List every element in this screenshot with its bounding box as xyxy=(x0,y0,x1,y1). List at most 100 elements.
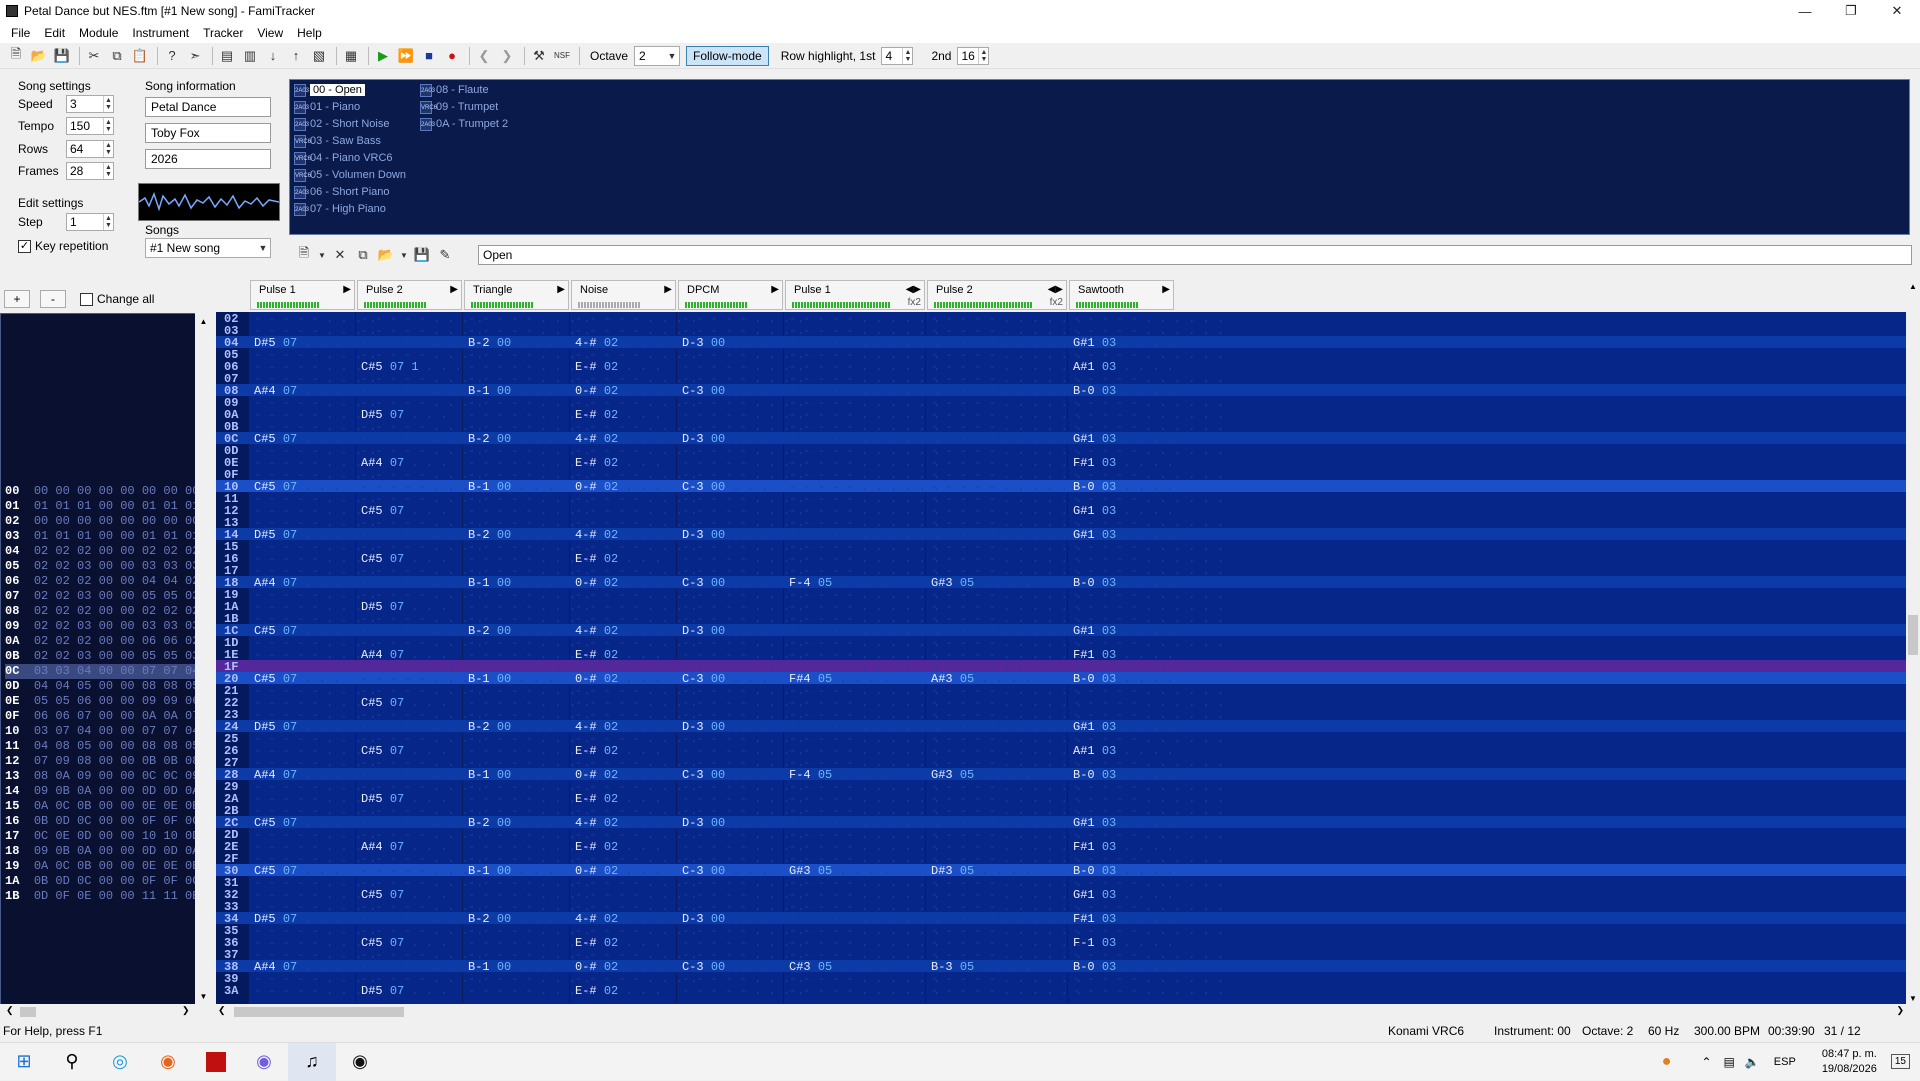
pattern-editor[interactable]: 02- - - - - . . . .- - - - - . . . .- - … xyxy=(216,312,1906,1005)
frames-input[interactable] xyxy=(67,163,103,179)
pattern-vertical-scrollbar[interactable]: ▲ ▼ xyxy=(1906,280,1920,1005)
row-highlight-1st-input[interactable] xyxy=(882,47,903,64)
pattern-row[interactable]: 0C C#5 07 . . .- - - - - . . . . B-2 00 . … xyxy=(216,432,1906,446)
frame-row[interactable]: 00 00 00 00 00 00 00 00 00 xyxy=(5,484,199,499)
clone-instrument-icon[interactable]: ⧉ xyxy=(353,245,373,265)
scroll-left-icon[interactable]: ❮ xyxy=(6,1005,14,1016)
frame-row[interactable]: 19 0A 0C 0B 00 00 0E 0E 0B xyxy=(5,859,199,874)
channel-arrow-icon[interactable]: ▶ xyxy=(1162,284,1170,295)
frame-row[interactable]: 02 00 00 00 00 00 00 00 00 xyxy=(5,514,199,529)
pattern-row[interactable]: 04 D#5 07 . . .- - - - - . . . . B-2 00 . … xyxy=(216,336,1906,350)
menu-help[interactable]: Help xyxy=(290,26,329,40)
instrument-item[interactable]: 2A03 01 - Piano xyxy=(294,99,360,115)
pattern-row[interactable]: 22- - - - - . . . . C#5 07 . . .- - - - -… xyxy=(216,696,1906,710)
channel-header-4[interactable]: Noise ▶ xyxy=(571,280,676,310)
network-icon[interactable]: ▤ xyxy=(1724,1055,1735,1069)
tempo-spinner[interactable]: ▲▼ xyxy=(66,117,114,135)
new-file-icon[interactable]: 🗎 xyxy=(6,46,26,66)
pattern-cell[interactable]: - - - - - . . . . xyxy=(682,984,804,998)
load-instrument-icon[interactable]: 📂 xyxy=(376,245,396,265)
menu-tracker[interactable]: Tracker xyxy=(196,26,250,40)
pattern-row[interactable]: 2E - - - - - . . . . A#4 07 . . .- - - - -… xyxy=(216,840,1906,854)
cut-icon[interactable]: ✂ xyxy=(84,46,104,66)
pattern-cell[interactable]: - - - - - . . . . xyxy=(468,984,590,998)
minimize-button[interactable]: — xyxy=(1782,0,1828,22)
rows-spinner[interactable]: ▲▼ xyxy=(66,140,114,158)
scroll-thumb[interactable] xyxy=(20,1007,36,1017)
search-icon[interactable]: ⚲ xyxy=(48,1043,96,1081)
pattern-row[interactable]: 36- - - - - . . . . C#5 07 . . .- - - - -… xyxy=(216,936,1906,950)
famitracker-icon[interactable]: ♫ xyxy=(288,1042,336,1081)
pattern-row[interactable]: 34 D#5 07 . . .- - - - - . . . . B-2 00 . … xyxy=(216,912,1906,926)
menu-edit[interactable]: Edit xyxy=(37,26,72,40)
pattern-row[interactable]: 1A - - - - - . . . . D#5 07 . . .- - - - -… xyxy=(216,600,1906,614)
discord-icon[interactable]: ◉ xyxy=(240,1043,288,1081)
frame-row[interactable]: 01 01 01 01 00 00 01 01 01 xyxy=(5,499,199,514)
clock[interactable]: 08:47 p. m. 19/08/2026 xyxy=(1822,1047,1877,1077)
pattern-row[interactable]: 27- - - - - . . . .- - - - - . . . .- - … xyxy=(216,756,1906,770)
instrument-item[interactable]: VRC6 03 - Saw Bass xyxy=(294,133,381,149)
pattern-row[interactable]: 09- - - - - . . . .- - - - - . . . .- - … xyxy=(216,396,1906,410)
frame-row[interactable]: 05 02 02 03 00 00 03 03 03 xyxy=(5,559,199,574)
instrument-item[interactable]: 2A03 00 - Open xyxy=(294,82,365,98)
notification-app-icon[interactable]: ● xyxy=(1662,1053,1672,1071)
chevron-down-icon[interactable]: ▼ xyxy=(317,245,327,265)
edge-browser-icon[interactable]: ◎ xyxy=(96,1043,144,1081)
song-name-input[interactable] xyxy=(145,97,271,117)
pattern-row[interactable]: 28 A#4 07 . . .- - - - - . . . . B-1 00 . … xyxy=(216,768,1906,782)
pattern-row[interactable]: 1F - - - - - . . . .- - - - - . . . .- - … xyxy=(216,660,1906,674)
pattern-row[interactable]: 26- - - - - . . . . C#5 07 . . .- - - - -… xyxy=(216,744,1906,758)
tray-chevron-icon[interactable]: ⌃ xyxy=(1701,1055,1711,1069)
pattern-row[interactable]: 03- - - - - . . . .- - - - - . . . .- - … xyxy=(216,324,1906,338)
frame-horizontal-scrollbar[interactable]: ❮ ❯ xyxy=(0,1004,213,1020)
remove-instrument-icon[interactable]: ✕ xyxy=(330,245,350,265)
pattern-row[interactable]: 35- - - - - . . . .- - - - - . . . .- - … xyxy=(216,924,1906,938)
play-icon[interactable]: ▶ xyxy=(373,46,393,66)
insert-frame-icon[interactable]: ▤ xyxy=(217,46,237,66)
pattern-row[interactable]: 1B - - - - - . . . .- - - - - . . . .- - … xyxy=(216,612,1906,626)
scroll-thumb[interactable] xyxy=(234,1007,404,1017)
pattern-row[interactable]: 29- - - - - . . . .- - - - - . . . .- - … xyxy=(216,780,1906,794)
menu-instrument[interactable]: Instrument xyxy=(125,26,196,40)
pattern-row[interactable]: 31- - - - - . . . .- - - - - . . . .- - … xyxy=(216,876,1906,890)
row-highlight-2nd-input[interactable] xyxy=(958,47,979,64)
pattern-row[interactable]: 2A - - - - - . . . . D#5 07 . . .- - - - -… xyxy=(216,792,1906,806)
channel-arrow-icon[interactable]: ◀▶ xyxy=(906,284,921,295)
change-all-checkbox[interactable] xyxy=(80,292,93,306)
channel-header-5[interactable]: DPCM ▶ xyxy=(678,280,783,310)
pattern-row[interactable]: 32- - - - - . . . . C#5 07 . . .- - - - -… xyxy=(216,888,1906,902)
pattern-row[interactable]: 21- - - - - . . . .- - - - - . . . .- - … xyxy=(216,684,1906,698)
step-input[interactable] xyxy=(67,214,103,230)
volume-icon[interactable]: 🔈 xyxy=(1745,1055,1760,1069)
spin-arrows-icon[interactable]: ▲ ▼ xyxy=(103,141,113,157)
follow-mode-button[interactable]: Follow-mode xyxy=(686,45,769,66)
pattern-row[interactable]: 20 C#5 07 . . .- - - - - . . . . B-1 00 . … xyxy=(216,672,1906,686)
pattern-row[interactable]: 19- - - - - . . . .- - - - - . . . .- - … xyxy=(216,588,1906,602)
move-frame-up-icon[interactable]: ↑ xyxy=(286,46,306,66)
pattern-row[interactable]: 0B - - - - - . . . .- - - - - . . . .- - … xyxy=(216,420,1906,434)
pattern-cell[interactable]: - - - - - . . . . . . xyxy=(1073,984,1224,998)
maximize-button[interactable]: ❐ xyxy=(1828,0,1874,22)
frame-row[interactable]: 0F 06 06 07 00 00 0A 0A 07 xyxy=(5,709,199,724)
rows-input[interactable] xyxy=(67,141,103,157)
pattern-row[interactable]: 17- - - - - . . . .- - - - - . . . .- - … xyxy=(216,564,1906,578)
pattern-row[interactable]: 10 C#5 07 . . .- - - - - . . . . B-1 00 . … xyxy=(216,480,1906,494)
channel-arrow-icon[interactable]: ▶ xyxy=(343,284,351,295)
channel-header-6[interactable]: Pulse 1 ◀▶ fx2 xyxy=(785,280,925,310)
pattern-row[interactable]: 23- - - - - . . . .- - - - - . . . .- - … xyxy=(216,708,1906,722)
frame-row[interactable]: 18 09 0B 0A 00 00 0D 0D 0A xyxy=(5,844,199,859)
key-repetition-checkbox[interactable]: ✓ xyxy=(18,239,31,253)
octave-select[interactable]: 2 ▼ xyxy=(634,45,681,66)
song-artist-input[interactable] xyxy=(145,123,271,143)
pattern-cell[interactable]: - - - - - . . . . xyxy=(254,984,376,998)
pattern-row[interactable]: 07- - - - - . . . .- - - - - . . . .- - … xyxy=(216,372,1906,386)
instrument-item[interactable]: VRC6 05 - Volumen Down xyxy=(294,167,406,183)
frame-row[interactable]: 16 0B 0D 0C 00 00 0F 0F 0C xyxy=(5,814,199,829)
frame-row[interactable]: 13 08 0A 09 00 00 0C 0C 09 xyxy=(5,769,199,784)
frames-spinner[interactable]: ▲▼ xyxy=(66,162,114,180)
channel-header-1[interactable]: Pulse 1 ▶ xyxy=(250,280,355,310)
menu-view[interactable]: View xyxy=(250,26,290,40)
spin-arrows-icon[interactable]: ▲ ▼ xyxy=(103,96,113,112)
pattern-row[interactable]: 1D - - - - - . . . .- - - - - . . . .- - … xyxy=(216,636,1906,650)
pattern-row[interactable]: 16- - - - - . . . . C#5 07 . . .- - - - -… xyxy=(216,552,1906,566)
